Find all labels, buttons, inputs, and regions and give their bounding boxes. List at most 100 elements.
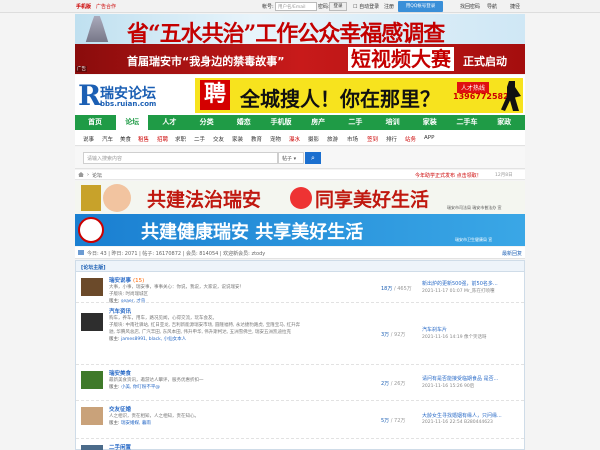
recruitment-banner[interactable]: 聘 全城搜人！你在那里？ 人才热线 13967725820	[195, 78, 523, 113]
last-post-link[interactable]: 请问有是否能接受临期食品 是否...	[422, 375, 520, 382]
health-emblem-icon	[78, 217, 104, 243]
sub-nav-item[interactable]: 二手	[194, 135, 205, 143]
contest-banner[interactable]: 首届瑞安市“我身边的禁毒故事” 短视频大赛 正式启动 广告	[75, 44, 525, 74]
sub-nav-item[interactable]: 市场	[347, 135, 358, 143]
username-field[interactable]: 用户名/Email	[275, 2, 317, 11]
navigation-menu[interactable]: 导航	[487, 3, 497, 10]
main-nav-item[interactable]: 手机版	[265, 115, 297, 130]
forum-thumbnail[interactable]	[81, 445, 103, 450]
sub-nav-item[interactable]: APP	[424, 135, 434, 141]
survey-banner-text: 省“五水共治”工作公众幸福感调查	[127, 21, 445, 44]
last-post-link[interactable]: 大龄女生寻找婚姻有缘人，只问缘...	[422, 412, 520, 419]
site-logo[interactable]: R 瑞安论坛 bbs.ruian.com	[78, 81, 183, 111]
notice-link[interactable]: 今年助学正式发布 点击领取！	[415, 172, 482, 179]
sub-nav-item[interactable]: 排行	[386, 135, 397, 143]
ad-tag: 广告	[76, 66, 87, 72]
sub-nav-item[interactable]: 教育	[251, 135, 262, 143]
forum-name-link[interactable]: 汽车资讯	[109, 307, 131, 315]
health-banner[interactable]: 共建健康瑞安 共享美好生活 瑞安市卫生健康局 宣	[75, 214, 525, 246]
forum-description: 人之相识，贵在相知，人之相知，贵在知心。	[109, 414, 199, 419]
main-nav-item[interactable]: 房产	[302, 115, 334, 130]
recruit-slogan: 全城搜人！你在那里？	[240, 87, 440, 111]
date-text: 12月8日	[495, 173, 513, 178]
home-icon[interactable]	[78, 172, 84, 177]
post-counts: 2万 / 26万	[381, 380, 405, 387]
latest-replies-link[interactable]: 最新回复	[502, 250, 522, 257]
forgot-password-link[interactable]: 找回密码	[460, 3, 480, 10]
contest-suffix: 正式启动	[463, 55, 507, 68]
recruit-phone: 13967725820	[453, 92, 515, 101]
forum-thumbnail[interactable]	[81, 407, 103, 425]
contest-prefix: 首届瑞安市“我身边的禁毒故事”	[127, 55, 285, 68]
sub-nav-item[interactable]: 站务	[405, 135, 416, 143]
slogan-line1-a: 共建法治瑞安	[147, 189, 262, 211]
moderator-names[interactable]: 瑞安婚媒, 暮雨	[121, 421, 151, 426]
main-nav-item[interactable]: 二手	[339, 115, 371, 130]
forum-row: 瑞安美食 最新美食资讯，邀游达人攀评，服务优惠折扣一 版主: 小美, 你叮粉不平@…	[76, 365, 524, 401]
moderators: 版主: 小美, 你叮粉不平@	[109, 384, 160, 390]
sub-nav-item[interactable]: 宠物	[270, 135, 281, 143]
forum-section-title[interactable]: [论坛主版]	[81, 264, 106, 271]
post-count: / 26万	[390, 381, 406, 387]
survey-banner[interactable]: 省“五水共治”工作公众幸福感调查	[75, 14, 525, 44]
forum-name-link[interactable]: 交友征婚	[109, 405, 131, 413]
sub-nav-item[interactable]: 签到	[367, 135, 378, 143]
forum-thumbnail[interactable]	[81, 313, 103, 331]
post-count: / 465万	[393, 286, 412, 292]
sub-nav-item[interactable]: 美食	[120, 135, 131, 143]
search-type-select[interactable]: 帖子 ▾	[278, 152, 304, 164]
moderator-names[interactable]: 小美, 你叮粉不平@	[121, 385, 160, 390]
sub-nav-item[interactable]: 瀑水	[289, 135, 300, 143]
last-post-time: 2021-11-16 15:26 90后	[422, 384, 475, 389]
forum-name-link[interactable]: 二手闲置	[109, 443, 131, 450]
auto-login-checkbox[interactable]: ☐ 自动登录	[353, 3, 379, 10]
quick-menu[interactable]: 捷径	[510, 3, 520, 10]
main-nav-item[interactable]: 二手车	[451, 115, 483, 130]
sub-nav-item[interactable]: 家装	[232, 135, 243, 143]
main-nav-item[interactable]: 家政	[488, 115, 520, 130]
register-link[interactable]: 注册	[384, 3, 394, 10]
logo-letter: R	[78, 79, 102, 112]
main-nav-item[interactable]: 论坛	[116, 115, 149, 130]
breadcrumb-item[interactable]: 论坛	[92, 172, 102, 179]
post-count: / 92万	[390, 332, 406, 338]
login-button[interactable]: 登录	[329, 2, 347, 11]
sub-nav-item[interactable]: 招聘	[157, 135, 168, 143]
main-nav-item[interactable]: 首页	[79, 115, 111, 130]
ad-cooperation-link[interactable]: 广告合作	[96, 3, 116, 10]
breadcrumb: › 论坛 今年助学正式发布 点击领取！ 12月8日	[75, 170, 525, 180]
search-icon: ⌕	[311, 154, 315, 162]
search-button[interactable]: ⌕	[305, 152, 321, 164]
main-nav-item[interactable]: 分类	[191, 115, 223, 130]
post-counts: 3万 / 92万	[381, 331, 405, 338]
sub-nav-item[interactable]: 汽车	[102, 135, 113, 143]
post-counts: 5万 / 72万	[381, 417, 405, 424]
forum-thumbnail[interactable]	[81, 371, 103, 389]
sub-nav-item[interactable]: 交友	[213, 135, 224, 143]
thread-count: 5万	[381, 418, 390, 424]
last-post-link[interactable]: 汽车刹车片	[422, 326, 520, 333]
moderator-label: 版主:	[109, 421, 120, 426]
sub-nav-item[interactable]: 租售	[138, 135, 149, 143]
last-post-link[interactable]: 新出炉的更新500强，前50名多...	[422, 280, 520, 287]
moderator-names[interactable]: james8991, black, 小仙女本人	[121, 337, 186, 342]
main-nav-item[interactable]: 婚恋	[228, 115, 260, 130]
scroll-image	[81, 185, 101, 211]
rule-of-law-banner[interactable]: 共建法治瑞安 同享美好生活 瑞安市司法局 瑞安市普法办 宣	[75, 181, 525, 214]
sub-nav-item[interactable]: 说事	[83, 135, 94, 143]
mobile-version-link[interactable]: 手机版	[76, 3, 91, 10]
forum-name-link[interactable]: 瑞安说事 (15)	[109, 276, 144, 284]
sub-nav-item[interactable]: 摄影	[308, 135, 319, 143]
search-input[interactable]: 请输入搜索内容	[83, 152, 278, 164]
last-post-time: 2021-11-16 22:54 B280444623	[422, 420, 493, 425]
qq-login-button[interactable]: 用QQ帐号登录	[398, 1, 443, 12]
thread-count: 2万	[381, 381, 390, 387]
forum-name-link[interactable]: 瑞安美食	[109, 369, 131, 377]
sub-nav-item[interactable]: 求职	[175, 135, 186, 143]
forum-thumbnail[interactable]	[81, 278, 103, 296]
main-nav-item[interactable]: 人才	[153, 115, 185, 130]
auto-login-label: 自动登录	[359, 4, 380, 10]
main-nav-item[interactable]: 家装	[414, 115, 446, 130]
sub-nav-item[interactable]: 旅游	[327, 135, 338, 143]
main-nav-item[interactable]: 培训	[377, 115, 409, 130]
